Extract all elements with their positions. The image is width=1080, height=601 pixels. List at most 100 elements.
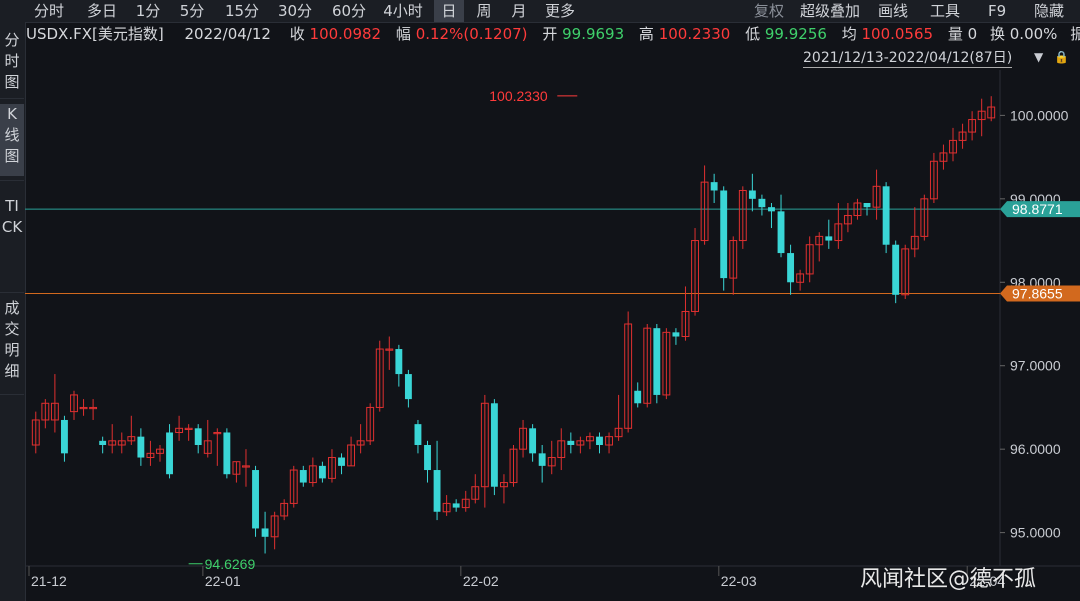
rail-divider [0, 394, 24, 395]
quote-date: 2022/04/12 [184, 25, 271, 43]
candle-body-down [567, 440, 575, 445]
amplitude-label: 振 [1070, 25, 1080, 43]
change-label: 幅 [395, 25, 411, 43]
left-view-rail: 分时图 K线图 TICK 成交明细 [0, 22, 26, 601]
candle-body-down [61, 419, 68, 454]
toolbar-right-button[interactable]: 复权 [754, 0, 784, 22]
candle-body-down [424, 445, 431, 471]
x-tick-label: 22-01 [205, 573, 241, 589]
toolbar-right-button[interactable]: 超级叠加 [800, 0, 860, 22]
candle-body-down [338, 457, 345, 466]
lock-icon[interactable]: 🔒 [1054, 50, 1069, 64]
view-tab[interactable]: TICK [0, 196, 24, 288]
open-label: 开 [542, 25, 558, 43]
candle-body-down [787, 253, 795, 283]
volume-value: 0 [967, 25, 978, 43]
candle-body-down [414, 424, 422, 445]
y-tick-label: 100.0000 [1010, 107, 1069, 123]
period-tab[interactable]: 5分 [172, 0, 212, 22]
rail-divider [0, 98, 24, 99]
candle-body-down [261, 528, 269, 537]
candle-body-down [318, 465, 326, 479]
period-tab[interactable]: 分时 [26, 0, 72, 22]
period-tab[interactable]: 日 [434, 0, 464, 22]
close-value: 100.0982 [309, 25, 382, 43]
candle-body-down [538, 453, 546, 466]
period-tab[interactable]: 周 [469, 0, 499, 22]
candle-body-down [404, 374, 412, 400]
low-label: 低 [745, 25, 761, 43]
avg-label: 均 [841, 25, 857, 43]
period-tab[interactable]: 更多 [540, 0, 580, 22]
candle-body-down [490, 403, 498, 487]
open-value: 99.9693 [562, 25, 625, 43]
watermark-text: 风闻社区@德不孤 [860, 567, 1037, 592]
y-tick-label: 96.0000 [1010, 441, 1061, 457]
high-marker-label: 100.2330 [489, 88, 548, 104]
candle-body-down [395, 349, 403, 375]
y-tick-label: 97.0000 [1010, 358, 1061, 374]
turnover-label: 换 [989, 25, 1005, 43]
candlestick-chart[interactable]: 95.000096.000097.000098.000099.0000100.0… [25, 70, 1080, 600]
toolbar-right-button[interactable]: 画线 [878, 0, 908, 22]
date-range-selector[interactable]: 2021/12/13-2022/04/12(87日) [803, 49, 1013, 68]
candle-body-down [529, 428, 537, 454]
candle-body-down [223, 432, 231, 475]
y-tick-label: 95.0000 [1010, 525, 1061, 541]
toolbar-right-button[interactable]: 隐藏 [1034, 0, 1064, 22]
reference-line-value: 98.8771 [1012, 201, 1063, 217]
candle-body-down [758, 198, 766, 208]
candle-body-down [452, 503, 460, 508]
candle-body-down [710, 182, 718, 191]
toolbar-right-button[interactable]: F9 [988, 0, 1006, 22]
low-marker-label: 94.6269 [205, 556, 256, 572]
quote-info-bar: USDX.FX[美元指数] 2022/04/12 收 100.0982 幅 0.… [26, 22, 1080, 46]
candle-body-down [433, 470, 441, 512]
change-value: 0.12%(0.1207) [415, 25, 528, 43]
x-tick-label: 22-03 [721, 573, 757, 589]
view-tab[interactable]: 成交明细 [0, 298, 24, 390]
candle-body-down [672, 332, 680, 337]
candle-body-down [768, 207, 775, 212]
candle-body-down [166, 432, 173, 475]
candle-body-down [882, 186, 890, 245]
reference-line-value: 97.8655 [1012, 285, 1063, 301]
high-value: 100.2330 [658, 25, 731, 43]
rail-divider [0, 292, 24, 293]
candle-body-down [634, 390, 642, 404]
period-tab[interactable]: 4小时 [378, 0, 428, 22]
toolbar-right-button[interactable]: 工具 [930, 0, 960, 22]
candle-body-down [99, 440, 107, 445]
avg-value: 100.0565 [861, 25, 934, 43]
candle-body-down [720, 190, 728, 279]
rail-divider [0, 180, 24, 181]
period-tab[interactable]: 15分 [219, 0, 265, 22]
view-tab[interactable]: K线图 [0, 104, 24, 176]
candle-body-down [194, 428, 202, 445]
period-toolbar: 分时 多日 1分 5分 15分 30分 60分 4小时日周月更多 复权 超级叠加 画线 工具 F9 隐藏 [0, 0, 1080, 23]
candle-body-down [892, 244, 900, 295]
candle-body-down [748, 190, 756, 199]
range-dropdown-icon[interactable]: ▼ [1034, 50, 1043, 64]
period-tab[interactable]: 1分 [132, 0, 164, 22]
symbol-name: USDX.FX[美元指数] [26, 25, 164, 43]
close-label: 收 [289, 25, 305, 43]
candle-body-down [596, 436, 603, 445]
x-tick-label: 22-02 [463, 573, 499, 589]
candle-body-down [825, 236, 833, 241]
low-value: 99.9256 [764, 25, 827, 43]
candle-body-down [137, 436, 145, 458]
period-tab[interactable]: 30分 [272, 0, 318, 22]
candle-body-down [777, 211, 785, 254]
view-tab[interactable]: 分时图 [0, 30, 24, 94]
period-tab[interactable]: 月 [504, 0, 534, 22]
candle-body-down [863, 203, 871, 208]
high-label: 高 [638, 25, 654, 43]
candle-body-down [653, 328, 661, 395]
turnover-value: 0.00% [1009, 25, 1058, 43]
period-tab[interactable]: 多日 [80, 0, 124, 22]
period-tab[interactable]: 60分 [326, 0, 372, 22]
volume-label: 量 [947, 25, 963, 43]
x-tick-label: 21-12 [31, 573, 67, 589]
candle-body-down [299, 470, 307, 483]
